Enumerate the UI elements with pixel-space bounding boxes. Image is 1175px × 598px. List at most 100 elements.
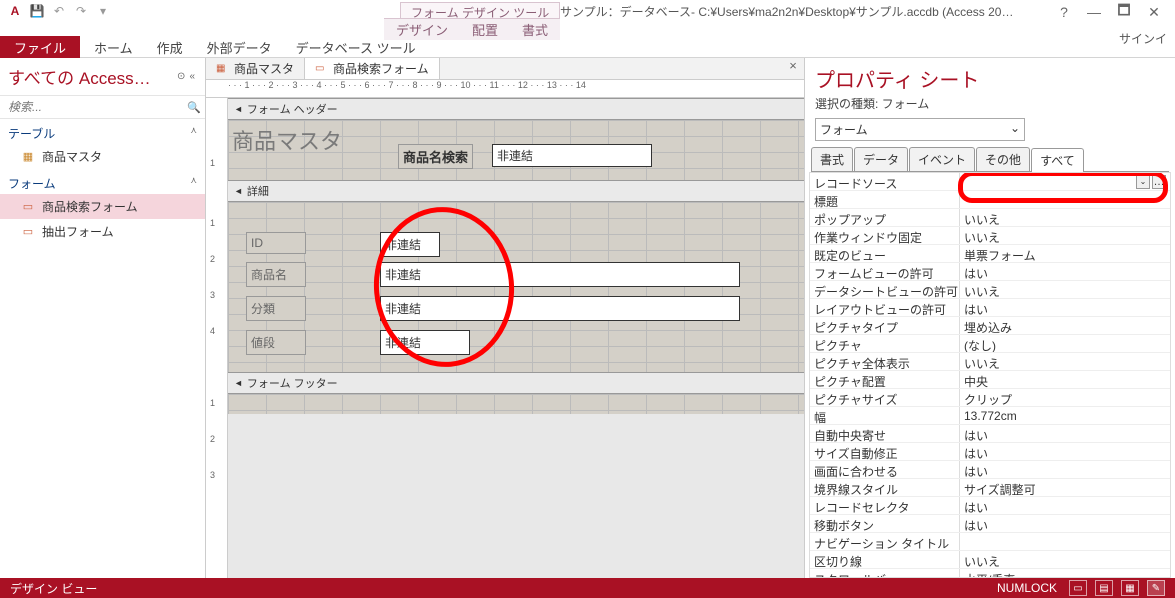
tool-tab-format[interactable]: 書式: [510, 18, 560, 40]
label-id[interactable]: ID: [246, 232, 306, 254]
property-row[interactable]: 自動中央寄せはい: [810, 425, 1170, 443]
property-row[interactable]: レコードソース⌄…: [810, 173, 1170, 191]
tool-tab-design[interactable]: デザイン: [384, 18, 460, 40]
textbox-category[interactable]: 非連結: [380, 296, 740, 321]
vertical-ruler[interactable]: 1 1 2 3 4 1 2 3: [206, 98, 228, 578]
property-row[interactable]: ピクチャ配置中央: [810, 371, 1170, 389]
textbox-price[interactable]: 非連結: [380, 330, 470, 355]
property-value[interactable]: 13.772cm: [960, 407, 1170, 424]
prop-tab-all[interactable]: すべて: [1031, 148, 1084, 172]
nav-form-item-search[interactable]: ▭ 商品検索フォーム: [0, 194, 205, 219]
search-label-control[interactable]: 商品名検索: [398, 144, 473, 169]
prop-tab-event[interactable]: イベント: [909, 147, 975, 171]
property-value[interactable]: はい: [960, 299, 1170, 316]
property-row[interactable]: ピクチャ全体表示いいえ: [810, 353, 1170, 371]
form-footer-section-bar[interactable]: ◄ フォーム フッター: [228, 372, 804, 394]
property-value[interactable]: いいえ: [960, 353, 1170, 370]
form-title-label[interactable]: 商品マスタ: [232, 124, 342, 156]
label-category[interactable]: 分類: [246, 296, 306, 321]
close-tab-icon[interactable]: ×: [786, 58, 804, 79]
property-row[interactable]: ナビゲーション タイトル: [810, 533, 1170, 551]
dropdown-icon[interactable]: ⌄: [1136, 175, 1150, 189]
search-icon[interactable]: 🔍: [183, 96, 205, 118]
search-textbox-control[interactable]: 非連結: [492, 144, 652, 167]
property-value[interactable]: クリップ: [960, 389, 1170, 406]
file-tab[interactable]: ファイル: [0, 36, 80, 58]
nav-group-forms[interactable]: フォーム ⋏: [0, 169, 205, 194]
property-row[interactable]: ピクチャタイプ埋め込み: [810, 317, 1170, 335]
prop-tab-data[interactable]: データ: [854, 147, 908, 171]
property-value[interactable]: 単票フォーム: [960, 245, 1170, 262]
label-price[interactable]: 値段: [246, 330, 306, 355]
sign-in-link[interactable]: サインイ: [1119, 30, 1167, 47]
property-object-selector[interactable]: フォーム ⌄: [815, 118, 1025, 141]
property-value[interactable]: はい: [960, 425, 1170, 442]
property-row[interactable]: 画面に合わせるはい: [810, 461, 1170, 479]
property-value[interactable]: はい: [960, 443, 1170, 460]
property-value[interactable]: ⌄…: [960, 173, 1170, 190]
minimize-icon[interactable]: —: [1079, 2, 1109, 22]
property-value[interactable]: はい: [960, 497, 1170, 514]
help-icon[interactable]: ?: [1049, 2, 1079, 22]
property-value[interactable]: いいえ: [960, 281, 1170, 298]
property-row[interactable]: 標題: [810, 191, 1170, 209]
close-icon[interactable]: ✕: [1139, 2, 1169, 22]
property-value[interactable]: サイズ調整可: [960, 479, 1170, 496]
property-row[interactable]: 作業ウィンドウ固定いいえ: [810, 227, 1170, 245]
tool-tab-arrange[interactable]: 配置: [460, 18, 510, 40]
nav-group-tables[interactable]: テーブル ⋏: [0, 119, 205, 144]
detail-section-bar[interactable]: ◄ 詳細: [228, 180, 804, 202]
nav-dropdown-icon[interactable]: ⊙: [177, 71, 185, 82]
property-value[interactable]: いいえ: [960, 209, 1170, 226]
property-value[interactable]: (なし): [960, 335, 1170, 352]
detail-body[interactable]: ID 非連結 商品名 非連結 分類 非連結 値段 非連結: [228, 202, 804, 372]
view-layout-icon[interactable]: ▦: [1121, 580, 1139, 596]
property-row[interactable]: 区切り線いいえ: [810, 551, 1170, 569]
doc-tab-form[interactable]: ▭ 商品検索フォーム: [305, 58, 440, 79]
view-design-icon[interactable]: ✎: [1147, 580, 1165, 596]
nav-collapse-icon[interactable]: «: [189, 71, 195, 82]
property-row[interactable]: サイズ自動修正はい: [810, 443, 1170, 461]
property-row[interactable]: 移動ボタンはい: [810, 515, 1170, 533]
form-header-body[interactable]: 商品マスタ 商品名検索 非連結: [228, 120, 804, 180]
property-row[interactable]: ピクチャサイズクリップ: [810, 389, 1170, 407]
nav-form-item-extract[interactable]: ▭ 抽出フォーム: [0, 219, 205, 244]
property-row[interactable]: 境界線スタイルサイズ調整可: [810, 479, 1170, 497]
tab-create[interactable]: 作成: [145, 36, 195, 58]
view-datasheet-icon[interactable]: ▤: [1095, 580, 1113, 596]
doc-tab-table[interactable]: ▦ 商品マスタ: [206, 58, 305, 79]
nav-table-item[interactable]: ▦ 商品マスタ: [0, 144, 205, 169]
property-value[interactable]: いいえ: [960, 551, 1170, 568]
property-value[interactable]: [960, 533, 1170, 550]
property-value[interactable]: いいえ: [960, 227, 1170, 244]
property-row[interactable]: 既定のビュー単票フォーム: [810, 245, 1170, 263]
view-form-icon[interactable]: ▭: [1069, 580, 1087, 596]
form-footer-body[interactable]: [228, 394, 804, 414]
property-value[interactable]: [960, 191, 1170, 208]
property-value[interactable]: はい: [960, 515, 1170, 532]
nav-title[interactable]: すべての Access…: [8, 64, 175, 89]
textbox-name[interactable]: 非連結: [380, 262, 740, 287]
prop-tab-format[interactable]: 書式: [811, 147, 853, 171]
property-row[interactable]: ピクチャ(なし): [810, 335, 1170, 353]
property-value[interactable]: はい: [960, 461, 1170, 478]
property-value[interactable]: 埋め込み: [960, 317, 1170, 334]
property-value[interactable]: 中央: [960, 371, 1170, 388]
tab-external-data[interactable]: 外部データ: [195, 36, 284, 58]
textbox-id[interactable]: 非連結: [380, 232, 440, 257]
tab-home[interactable]: ホーム: [82, 36, 145, 58]
property-row[interactable]: スクロールバー水平/垂直: [810, 569, 1170, 578]
form-header-section-bar[interactable]: ◄ フォーム ヘッダー: [228, 98, 804, 120]
property-row[interactable]: 幅13.772cm: [810, 407, 1170, 425]
nav-search-input[interactable]: [0, 96, 183, 118]
label-name[interactable]: 商品名: [246, 262, 306, 287]
prop-tab-other[interactable]: その他: [976, 147, 1030, 171]
property-row[interactable]: レコードセレクタはい: [810, 497, 1170, 515]
property-row[interactable]: ポップアップいいえ: [810, 209, 1170, 227]
property-value[interactable]: 水平/垂直: [960, 569, 1170, 578]
property-row[interactable]: データシートビューの許可いいえ: [810, 281, 1170, 299]
restore-icon[interactable]: 🗖: [1109, 2, 1139, 22]
property-value[interactable]: はい: [960, 263, 1170, 280]
property-row[interactable]: フォームビューの許可はい: [810, 263, 1170, 281]
horizontal-ruler[interactable]: · · · 1 · · · 2 · · · 3 · · · 4 · · · 5 …: [206, 80, 804, 98]
